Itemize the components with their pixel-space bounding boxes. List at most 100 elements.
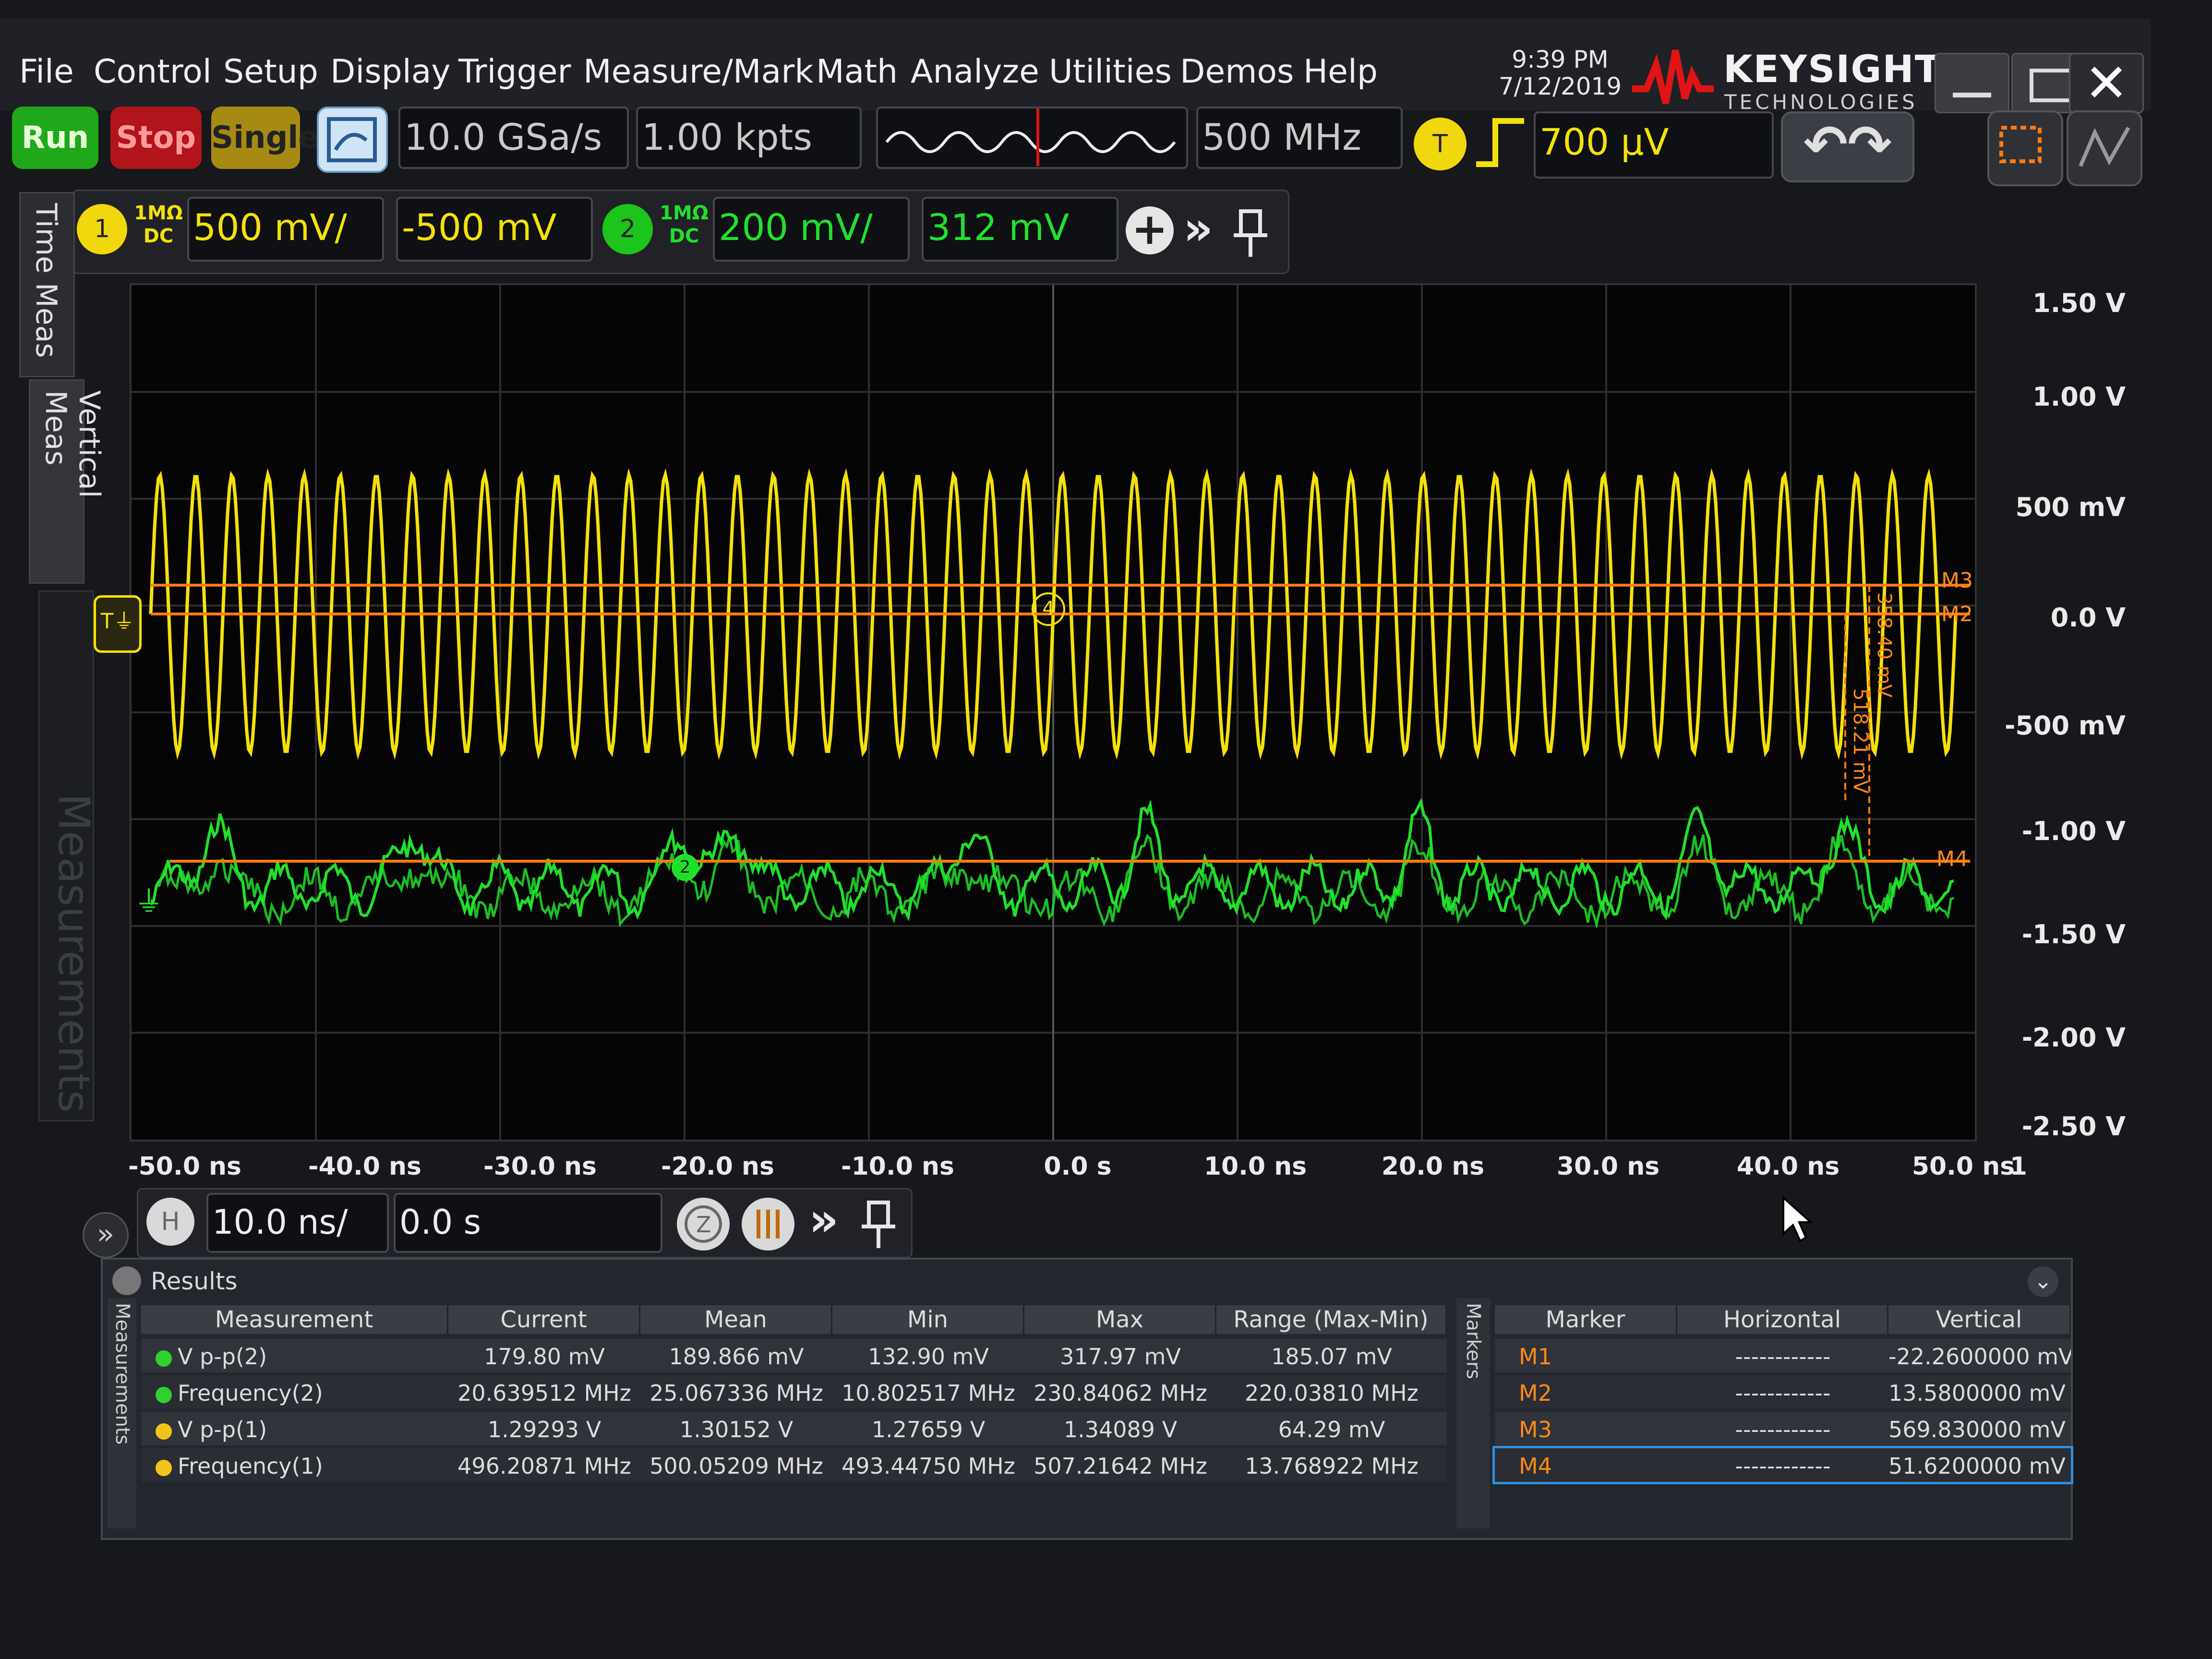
- trigger-source-button[interactable]: T: [1414, 118, 1467, 170]
- brand-name: KEYSIGHT: [1723, 48, 1941, 91]
- cell-mean: 500.05209 MHz: [649, 1453, 823, 1479]
- y-label: 0.0 V: [2050, 602, 2126, 633]
- menu-trigger[interactable]: Trigger: [458, 53, 571, 91]
- header-min[interactable]: Min: [832, 1305, 1024, 1334]
- horizontal-expand-icon[interactable]: »: [809, 1193, 839, 1247]
- stop-button[interactable]: Stop: [110, 107, 202, 169]
- cell-min: 1.27659 V: [871, 1417, 986, 1443]
- sample-rate-field[interactable]: 10.0 GSa/s: [398, 107, 629, 169]
- channel-1-coupling: 1MΩ DC: [132, 202, 185, 248]
- tab-vertical-meas-label: Vertical Meas: [39, 390, 106, 498]
- header-current[interactable]: Current: [448, 1305, 640, 1334]
- channel-2-offset-field[interactable]: 312 mV: [922, 197, 1118, 262]
- cell-max: 1.34089 V: [1063, 1417, 1178, 1443]
- rising-edge-icon[interactable]: [1474, 116, 1527, 169]
- channel-dot-icon: [156, 1386, 172, 1403]
- zoom-button[interactable]: Z: [677, 1198, 730, 1250]
- delta-label-2: 518.21 mV: [1849, 688, 1871, 794]
- tab-time-meas[interactable]: Time Meas: [19, 192, 75, 377]
- channel-2-scale-field[interactable]: 200 mV/: [713, 197, 910, 262]
- header-vertical[interactable]: Vertical: [1888, 1305, 2071, 1334]
- menu-display[interactable]: Display: [330, 53, 451, 91]
- measurement-name: V p-p(2): [156, 1344, 267, 1370]
- horizontal-pin-icon[interactable]: [857, 1198, 900, 1250]
- measurement-name: Frequency(2): [156, 1380, 323, 1406]
- ch2-coupling: DC: [669, 225, 699, 247]
- header-mean[interactable]: Mean: [640, 1305, 832, 1334]
- mouse-pointer-icon: [1782, 1195, 1814, 1242]
- marker-horizontal: ------------: [1735, 1453, 1831, 1479]
- measurement-name-text: V p-p(2): [178, 1344, 267, 1370]
- channel-1-ground-tag[interactable]: T⏚: [94, 595, 142, 653]
- measurements-vertical-tab[interactable]: Measurements: [108, 1298, 136, 1528]
- measurement-name: V p-p(1): [156, 1417, 267, 1443]
- menu-demos[interactable]: Demos: [1180, 53, 1294, 91]
- timebase-preview[interactable]: [876, 107, 1188, 169]
- minimize-button[interactable]: [1935, 53, 2009, 113]
- channel-2-ground-tag[interactable]: ⏚: [134, 878, 163, 920]
- trigger-level-field[interactable]: 700 µV: [1534, 111, 1774, 179]
- menu-bar: File Control Setup Display Trigger Measu…: [0, 19, 2151, 114]
- horizontal-button[interactable]: H: [146, 1198, 194, 1246]
- measurements-drawer[interactable]: Measurements: [38, 590, 99, 1121]
- channel-1-offset-field[interactable]: -500 mV: [396, 197, 593, 262]
- menu-math[interactable]: Math: [816, 53, 898, 91]
- header-range[interactable]: Range (Max-Min): [1216, 1305, 1447, 1334]
- menu-utilities[interactable]: Utilities: [1049, 53, 1172, 91]
- memory-depth-field[interactable]: 1.00 kpts: [636, 107, 862, 169]
- bandwidth-field[interactable]: 500 MHz: [1196, 107, 1403, 169]
- results-title: Results: [151, 1267, 238, 1295]
- menu-control[interactable]: Control: [94, 53, 212, 91]
- measure-tool-button[interactable]: [2067, 110, 2142, 186]
- waveform-display[interactable]: 4 2 M3 M2 M4 358.40 mV 518.21 mV: [130, 283, 1977, 1142]
- cell-current: 1.29293 V: [487, 1417, 601, 1443]
- cell-min: 10.802517 MHz: [842, 1380, 1015, 1406]
- close-button[interactable]: ✕: [2069, 53, 2144, 113]
- expand-panel-icon[interactable]: »: [83, 1212, 129, 1258]
- cell-current: 20.639512 MHz: [457, 1380, 631, 1406]
- auto-scale-button[interactable]: [317, 107, 388, 173]
- undo-redo-button[interactable]: ↶↷: [1781, 111, 1914, 182]
- add-channel-icon[interactable]: +: [1126, 206, 1174, 254]
- x-label: 10.0 ns: [1203, 1152, 1307, 1181]
- cell-min: 132.90 mV: [868, 1344, 989, 1370]
- channel-1-button[interactable]: 1: [77, 204, 127, 254]
- channel-2-button[interactable]: 2: [602, 204, 653, 254]
- menu-setup[interactable]: Setup: [223, 53, 318, 91]
- zoom-region-button[interactable]: [1987, 110, 2063, 186]
- x-label: 40.0 ns: [1736, 1152, 1840, 1181]
- collapse-results-icon[interactable]: ⌄: [2028, 1266, 2058, 1297]
- ch1-impedance: 1MΩ: [134, 202, 183, 224]
- menu-analyze[interactable]: Analyze: [911, 53, 1039, 91]
- y-label: 500 mV: [2015, 492, 2126, 522]
- settings-gear-icon[interactable]: [112, 1266, 141, 1295]
- header-measurement[interactable]: Measurement: [141, 1305, 448, 1334]
- header-max[interactable]: Max: [1024, 1305, 1216, 1334]
- menu-measure-mark[interactable]: Measure/Mark: [583, 53, 814, 91]
- zoom-region-icon: [1999, 126, 2042, 163]
- x-label: -50.0 ns: [128, 1152, 241, 1181]
- tab-vertical-meas[interactable]: Vertical Meas: [29, 379, 106, 584]
- channel-1-scale-field[interactable]: 500 mV/: [187, 197, 384, 262]
- run-button[interactable]: Run: [12, 107, 98, 169]
- menu-help[interactable]: Help: [1303, 53, 1378, 91]
- horizontal-scale-field[interactable]: 10.0 ns/: [206, 1193, 389, 1253]
- marker-name: M1: [1519, 1344, 1552, 1370]
- single-button[interactable]: Single: [211, 107, 319, 169]
- expand-chevron-icon[interactable]: »: [1183, 202, 1213, 255]
- segment-icon: [757, 1210, 780, 1238]
- markers-vertical-tab[interactable]: Markers: [1456, 1298, 1490, 1528]
- menu-file[interactable]: File: [19, 53, 74, 91]
- clock-time: 9:39 PM: [1512, 46, 1609, 73]
- header-marker[interactable]: Marker: [1495, 1305, 1677, 1334]
- markers-tab-label: Markers: [1462, 1303, 1484, 1380]
- results-panel: Results ⌄ Measurements Measurement Curre…: [101, 1258, 2073, 1540]
- y-label: -500 mV: [2005, 710, 2126, 741]
- minimize-icon: [1953, 93, 1991, 97]
- pin-icon[interactable]: [1229, 206, 1272, 259]
- x-label: 20.0 ns: [1381, 1152, 1485, 1181]
- segment-button[interactable]: [742, 1198, 794, 1250]
- channel-2-coupling: 1MΩ DC: [658, 202, 710, 248]
- header-horizontal[interactable]: Horizontal: [1677, 1305, 1888, 1334]
- horizontal-position-field[interactable]: 0.0 s: [394, 1193, 662, 1253]
